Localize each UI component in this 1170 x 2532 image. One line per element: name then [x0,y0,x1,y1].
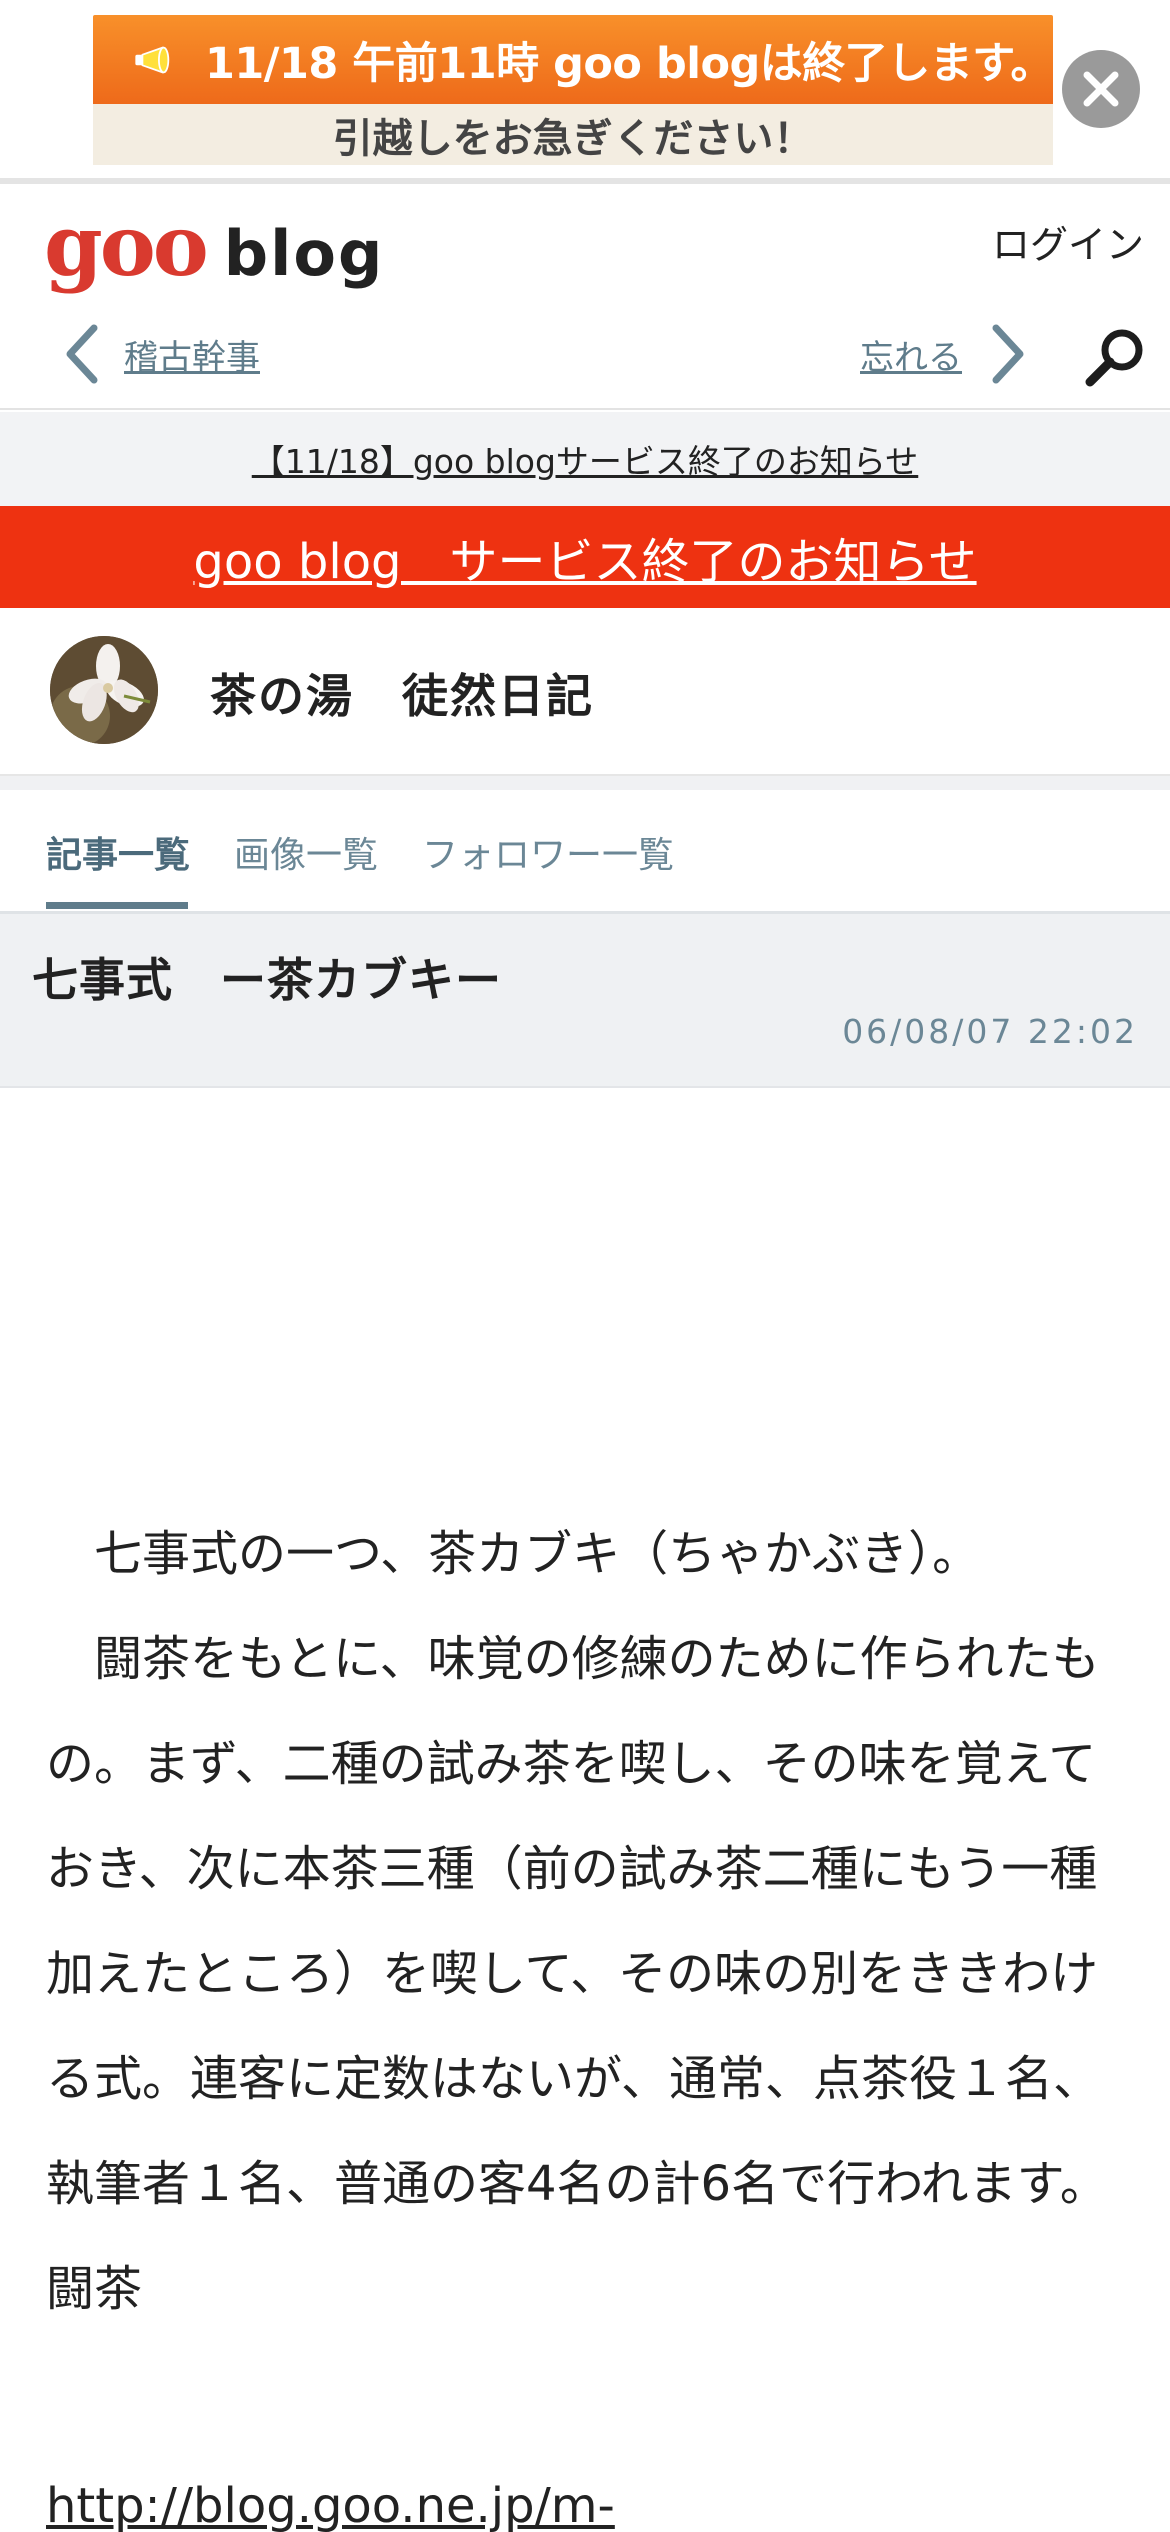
article-link[interactable]: http://blog.goo.ne.jp/m- [46,2478,615,2532]
service-end-notice-bar: 【11/18】goo blogサービス終了のお知らせ [0,412,1170,506]
article-paragraph: 闘茶 [46,2261,143,2317]
login-link[interactable]: ログイン [992,214,1144,269]
ad-banner-top: 11/18 午前11時 goo blogは終了します。 [93,15,1054,104]
chevron-right-icon [992,324,1024,384]
service-end-red-link[interactable]: goo blog サービス終了のお知らせ [193,522,976,592]
active-tab-indicator [46,902,188,909]
article-title: 七事式 ー茶カブキー [32,953,502,1007]
tab-followers[interactable]: フォロワー一覧 [422,826,674,878]
next-article-link[interactable]: 忘れる [860,324,1028,384]
article-header: 七事式 ー茶カブキー 06/08/07 22:02 [0,914,1170,1088]
service-end-notice-link[interactable]: 【11/18】goo blogサービス終了のお知らせ [252,435,919,483]
ad-banner-area: 11/18 午前11時 goo blogは終了します。 引越しをお急ぎください！ [0,0,1170,184]
close-x-glyph [1083,71,1119,107]
next-article-label: 忘れる [860,337,962,378]
tab-articles[interactable]: 記事一覧 [46,826,190,878]
flower-icon [50,636,158,744]
section-gap [0,776,1170,790]
close-icon[interactable] [1062,50,1140,128]
search-icon[interactable] [1084,326,1146,388]
ad-banner-headline: 11/18 午前11時 goo blogは終了します。 [204,38,1054,89]
site-header: goo blog ログイン 稽古幹事 忘れる [0,184,1170,410]
blog-name[interactable]: 茶の湯 徒然日記 [210,660,594,726]
logo-goo-text: goo [44,196,209,295]
article-date: 06/08/07 22:02 [842,1012,1138,1051]
article-paragraph: 七事式の一つ、茶カブキ（ちゃかぶき）。 [46,1526,981,1582]
article-body: 七事式の一つ、茶カブキ（ちゃかぶき）。 闘茶をもとに、味覚の修練のために作られた… [46,1502,1126,2342]
prev-article-label: 稽古幹事 [124,337,260,378]
blog-title-row: 茶の湯 徒然日記 [0,608,1170,776]
megaphone-icon [135,45,170,74]
prev-article-link[interactable]: 稽古幹事 [62,324,260,384]
ad-banner-subline: 引越しをお急ぎください！ [93,104,1053,165]
goo-blog-logo[interactable]: goo blog [44,196,385,295]
tab-images[interactable]: 画像一覧 [234,826,378,878]
service-end-red-banner: goo blog サービス終了のお知らせ [0,506,1170,608]
blog-tabs: 記事一覧 画像一覧 フォロワー一覧 [0,790,1170,914]
chevron-left-icon [66,324,98,384]
logo-blog-text: blog [223,217,385,290]
article-paragraph: 闘茶をもとに、味覚の修練のために作られたもの。まず、二種の試み茶を喫し、その味を… [46,1631,1108,2212]
service-end-ad-banner[interactable]: 11/18 午前11時 goo blogは終了します。 引越しをお急ぎください！ [93,15,1054,165]
flower-avatar[interactable] [50,636,158,744]
